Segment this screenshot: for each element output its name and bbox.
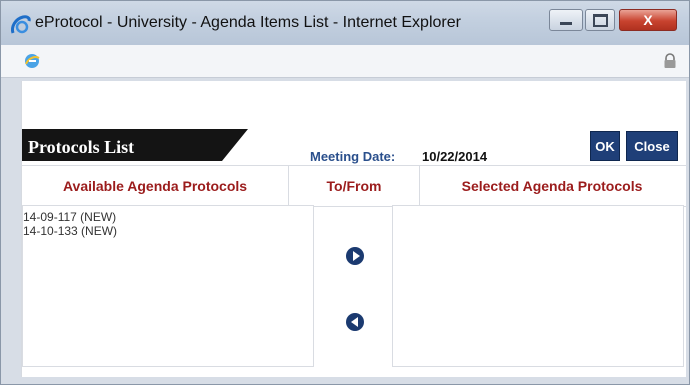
ie-logo-icon xyxy=(11,15,31,34)
tofrom-header: To/From xyxy=(288,166,420,206)
title-bar: eProtocol - University - Agenda Items Li… xyxy=(1,1,689,45)
dialog-content: Protocols List Meeting Date: 10/22/2014 … xyxy=(21,81,686,377)
ie-icon xyxy=(25,54,40,68)
meeting-date-value: 10/22/2014 xyxy=(422,149,488,164)
arrow-left-icon xyxy=(350,317,358,327)
arrow-right-icon xyxy=(352,251,360,261)
list-item[interactable]: 14-10-133 (NEW) xyxy=(23,224,313,238)
close-button[interactable]: Close xyxy=(626,131,678,161)
lock-icon xyxy=(664,53,676,68)
window-close-button[interactable]: X xyxy=(619,9,677,31)
selected-protocols-list[interactable] xyxy=(392,205,684,367)
minimize-button[interactable] xyxy=(549,9,583,31)
ok-button[interactable]: OK xyxy=(590,131,620,161)
selected-header: Selected Agenda Protocols xyxy=(461,178,643,194)
tab-wedge xyxy=(222,129,248,161)
meeting-date-label: Meeting Date: xyxy=(310,149,396,164)
move-right-button[interactable] xyxy=(346,247,364,265)
close-icon: X xyxy=(643,12,653,28)
browser-window: eProtocol - University - Agenda Items Li… xyxy=(0,0,690,385)
minimize-icon xyxy=(560,21,572,25)
available-protocols-list[interactable]: 14-09-117 (NEW) 14-10-133 (NEW) xyxy=(22,205,314,367)
address-bar xyxy=(1,45,689,78)
section-title: Protocols List xyxy=(28,137,135,157)
column-header-row: Available Agenda Protocols To/From Selec… xyxy=(22,165,686,207)
move-left-button[interactable] xyxy=(346,313,364,331)
list-item[interactable]: 14-09-117 (NEW) xyxy=(23,210,313,224)
window-title: eProtocol - University - Agenda Items Li… xyxy=(35,14,461,31)
available-list: 14-09-117 (NEW) 14-10-133 (NEW) xyxy=(23,206,313,238)
maximize-icon xyxy=(592,13,608,27)
available-header: Available Agenda Protocols xyxy=(62,178,248,194)
maximize-button[interactable] xyxy=(585,9,615,31)
